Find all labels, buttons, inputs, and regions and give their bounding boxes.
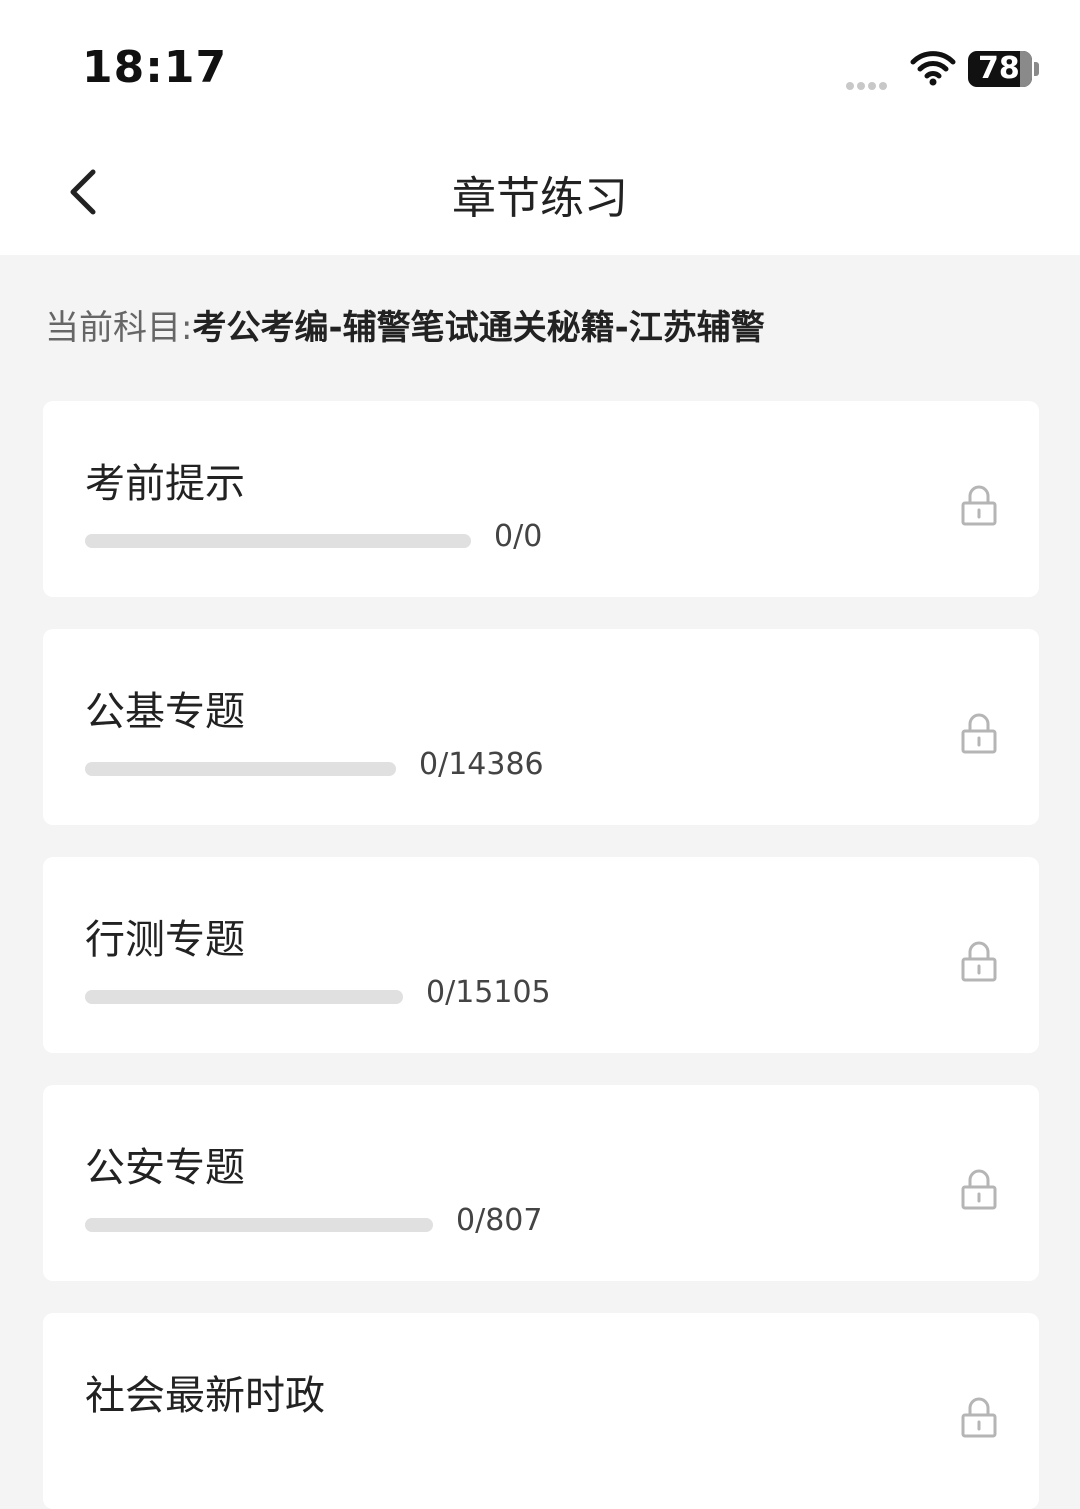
chapter-card[interactable]: 社会最新时政 — [43, 1313, 1039, 1509]
chapter-title: 公安专题 — [85, 1145, 245, 1191]
current-subject: 当前科目:考公考编-辅警笔试通关秘籍-江苏辅警 — [45, 300, 765, 349]
battery-icon: 78 — [968, 51, 1032, 87]
chapter-card[interactable]: 公基专题 0/14386 — [43, 629, 1039, 825]
wifi-icon — [910, 51, 956, 86]
chapter-title: 考前提示 — [85, 461, 245, 507]
lock-icon — [961, 1397, 997, 1438]
battery-tip — [1034, 62, 1039, 76]
progress-bar — [85, 1218, 433, 1232]
progress-bar — [85, 534, 471, 548]
progress-count: 0/15105 — [426, 975, 551, 1010]
page-title: 章节练习 — [452, 173, 628, 224]
chapter-title: 社会最新时政 — [85, 1373, 325, 1419]
lock-icon — [961, 713, 997, 754]
subject-prefix: 当前科目: — [45, 308, 193, 348]
signal-dots-icon — [846, 75, 896, 90]
battery-level: 78 — [978, 51, 1020, 86]
status-time: 18:17 — [82, 42, 228, 93]
chapter-card[interactable]: 考前提示 0/0 — [43, 401, 1039, 597]
progress-bar — [85, 762, 396, 776]
chapter-title: 公基专题 — [85, 689, 245, 735]
chapter-card[interactable]: 公安专题 0/807 — [43, 1085, 1039, 1281]
progress-count: 0/0 — [494, 519, 543, 554]
lock-icon — [961, 485, 997, 526]
lock-icon — [961, 941, 997, 982]
progress-count: 0/807 — [456, 1203, 543, 1238]
chapter-title: 行测专题 — [85, 917, 245, 963]
lock-icon — [961, 1169, 997, 1210]
progress-count: 0/14386 — [419, 747, 544, 782]
progress-bar — [85, 990, 403, 1004]
chapter-card[interactable]: 行测专题 0/15105 — [43, 857, 1039, 1053]
subject-value: 考公考编-辅警笔试通关秘籍-江苏辅警 — [192, 308, 765, 348]
header: 18:17 78 章节练习 — [0, 0, 1080, 255]
